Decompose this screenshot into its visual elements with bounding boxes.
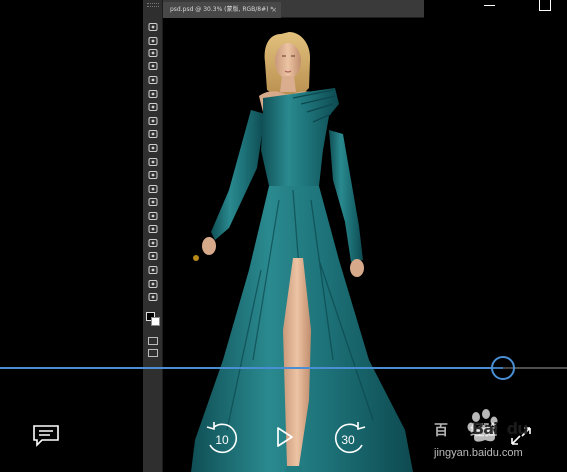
- document-tab[interactable]: psd.psd @ 30.3% (蒙版, RGB/8#) * ×: [163, 2, 281, 18]
- marquee-tool-icon[interactable]: [147, 36, 159, 46]
- expand-icon: [511, 427, 531, 445]
- healing-tool-icon[interactable]: [147, 102, 159, 112]
- closed-captions-icon: [33, 425, 59, 447]
- eyedropper-tool-icon[interactable]: [147, 89, 159, 99]
- move-tool-icon[interactable]: [147, 22, 159, 32]
- zoom-tool-icon[interactable]: [147, 279, 159, 289]
- more-tool-icon[interactable]: [147, 292, 159, 302]
- seek-bar-progress: [0, 367, 504, 369]
- baidu-jingyan-watermark: 百 经验 Bai du jingyan.baidu.com: [430, 408, 555, 468]
- skip-back-button[interactable]: 10: [202, 419, 242, 455]
- brush-tool-icon[interactable]: [147, 116, 159, 126]
- minimize-icon[interactable]: [484, 0, 498, 10]
- seek-bar-thumb[interactable]: [491, 356, 516, 380]
- hand-tool-icon[interactable]: [147, 265, 159, 275]
- quick-mask-tool-icon[interactable]: [147, 336, 159, 346]
- seek-bar[interactable]: [0, 356, 567, 380]
- stamp-tool-icon[interactable]: [147, 129, 159, 139]
- watermark-url: jingyan.baidu.com: [434, 447, 523, 459]
- crop-tool-icon[interactable]: [147, 75, 159, 85]
- magic-wand-tool-icon[interactable]: [147, 61, 159, 71]
- play-button[interactable]: [274, 425, 296, 449]
- history-brush-tool-icon[interactable]: [147, 143, 159, 153]
- dodge-tool-icon[interactable]: [147, 197, 159, 207]
- skip-forward-label: 30: [341, 433, 355, 447]
- video-player[interactable]: psd.psd @ 30.3% (蒙版, RGB/8#) * × 10 30 百…: [0, 0, 567, 472]
- closed-captions-button[interactable]: [32, 424, 60, 448]
- pen-tool-icon[interactable]: [147, 211, 159, 221]
- toolbar-grip[interactable]: [147, 3, 159, 7]
- fullscreen-button[interactable]: [508, 424, 534, 448]
- document-tab-label: psd.psd @ 30.3% (蒙版, RGB/8#) *: [170, 6, 274, 13]
- eraser-tool-icon[interactable]: [147, 157, 159, 167]
- gradient-tool-icon[interactable]: [147, 170, 159, 180]
- skip-forward-button[interactable]: 30: [330, 419, 370, 455]
- play-icon: [277, 427, 293, 447]
- model-in-teal-gown-image: [191, 32, 413, 472]
- lasso-tool-icon[interactable]: [147, 48, 159, 58]
- close-tab-icon[interactable]: ×: [271, 2, 277, 18]
- color-swatches[interactable]: [146, 312, 160, 326]
- photoshop-tab-bar: psd.psd @ 30.3% (蒙版, RGB/8#) * ×: [163, 0, 424, 18]
- path-select-tool-icon[interactable]: [147, 238, 159, 248]
- shape-tool-icon[interactable]: [147, 251, 159, 261]
- paw-logo-icon: [467, 409, 498, 442]
- watermark-brand-cn: 百 经验: [434, 423, 497, 439]
- blur-tool-icon[interactable]: [147, 184, 159, 194]
- maximize-icon[interactable]: [539, 0, 551, 11]
- skip-back-label: 10: [215, 433, 229, 447]
- type-tool-icon[interactable]: [147, 224, 159, 234]
- screen-mode-tool-icon[interactable]: [147, 348, 159, 358]
- video-frame[interactable]: psd.psd @ 30.3% (蒙版, RGB/8#) * ×: [143, 0, 424, 472]
